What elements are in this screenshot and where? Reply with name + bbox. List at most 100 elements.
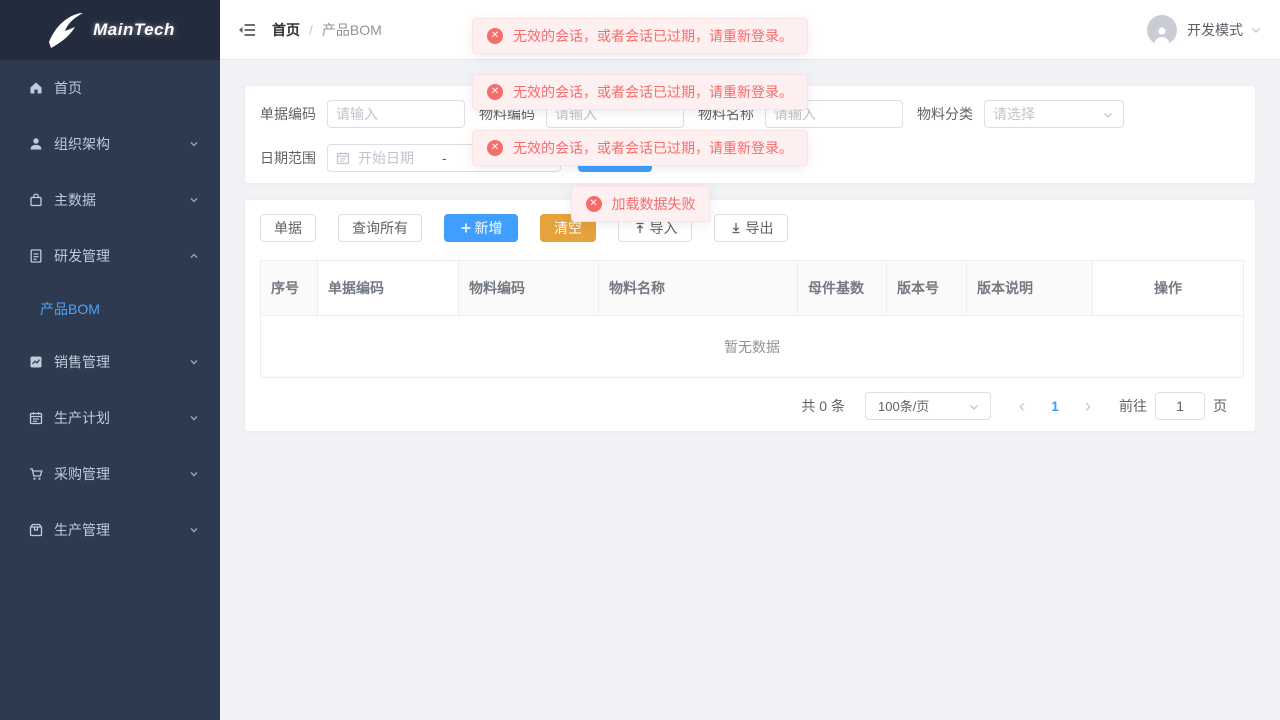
error-icon: [487, 28, 503, 44]
table-header: 序号 单据编码 物料编码 物料名称 母件基数 版本号 版本说明 操作: [260, 260, 1244, 316]
chevron-up-icon: [188, 250, 200, 262]
column-header-material-name: 物料名称: [599, 260, 798, 316]
sidebar-item-rd[interactable]: 研发管理: [0, 228, 220, 284]
toast-message: 无效的会话，或者会话已过期，请重新登录。: [513, 82, 793, 102]
column-header-actions: 操作: [1093, 260, 1244, 316]
sidebar-menu: 首页 组织架构 主数据 研发管理: [0, 60, 220, 558]
sidebar-item-label: 采购管理: [54, 464, 110, 484]
calendar-icon: [28, 410, 44, 426]
user-mode-label: 开发模式: [1187, 20, 1243, 40]
sidebar-item-label: 生产计划: [54, 408, 110, 428]
add-button[interactable]: 新增: [444, 214, 518, 242]
button-label: 查询所有: [352, 218, 408, 238]
prev-page-icon[interactable]: ‹: [1015, 397, 1029, 415]
breadcrumb-current: 产品BOM: [322, 20, 382, 40]
document-button[interactable]: 单据: [260, 214, 316, 242]
error-icon: [487, 140, 503, 156]
breadcrumb-separator: /: [309, 22, 313, 38]
data-table: 序号 单据编码 物料编码 物料名称 母件基数 版本号 版本说明 操作 暂无数据: [260, 260, 1244, 378]
chevron-down-icon: [968, 401, 980, 413]
sidebar: MainTech 首页 组织架构 主数据: [0, 0, 220, 720]
filter-label: 单据编码: [260, 104, 316, 124]
home-icon: [28, 80, 44, 96]
sidebar-item-org[interactable]: 组织架构: [0, 116, 220, 172]
sidebar-item-label: 销售管理: [54, 352, 110, 372]
chevron-down-icon: [188, 138, 200, 150]
next-page-icon[interactable]: ›: [1081, 397, 1095, 415]
material-category-select[interactable]: 请选择: [984, 100, 1124, 128]
pagination: 共 0 条 100条/页 ‹ 1 › 前往 页: [260, 378, 1240, 433]
chevron-down-icon: [188, 412, 200, 424]
goto-page-input[interactable]: [1155, 392, 1205, 420]
toast-message: 无效的会话，或者会话已过期，请重新登录。: [513, 26, 793, 46]
user-icon: [28, 136, 44, 152]
page-size-select[interactable]: 100条/页: [865, 392, 991, 420]
filter-label: 物料分类: [917, 104, 973, 124]
sidebar-item-production-plan[interactable]: 生产计划: [0, 390, 220, 446]
chevron-down-icon: [188, 524, 200, 536]
column-header-version: 版本号: [887, 260, 967, 316]
cart-icon: [28, 466, 44, 482]
chevron-down-icon: [1250, 24, 1262, 36]
chart-icon: [28, 354, 44, 370]
sidebar-item-master-data[interactable]: 主数据: [0, 172, 220, 228]
column-header-version-desc: 版本说明: [967, 260, 1093, 316]
start-date-placeholder: 开始日期: [358, 148, 436, 168]
table-empty-state: 暂无数据: [260, 316, 1244, 378]
sidebar-item-procurement[interactable]: 采购管理: [0, 446, 220, 502]
button-label: 单据: [274, 218, 302, 238]
error-toast: 无效的会话，或者会话已过期，请重新登录。: [472, 130, 808, 166]
select-placeholder: 请选择: [993, 104, 1035, 124]
chevron-down-icon: [188, 194, 200, 206]
toolbar: 单据 查询所有 新增 清空 导入 导出: [260, 214, 1240, 242]
filter-label: 日期范围: [260, 148, 316, 168]
chevron-down-icon: [1102, 109, 1114, 121]
toast-message: 无效的会话，或者会话已过期，请重新登录。: [513, 138, 793, 158]
breadcrumb-home[interactable]: 首页: [272, 20, 300, 40]
table-panel: 单据 查询所有 新增 清空 导入 导出 序号 单据编码 物料编码 物料名称 母件…: [244, 199, 1256, 432]
logo-swoosh-icon: [45, 10, 87, 50]
column-header-index: 序号: [260, 260, 318, 316]
sidebar-item-label: 首页: [54, 78, 82, 98]
column-header-base-qty: 母件基数: [798, 260, 887, 316]
page-number-current[interactable]: 1: [1047, 398, 1063, 414]
sidebar-item-production-mgmt[interactable]: 生产管理: [0, 502, 220, 558]
export-button[interactable]: 导出: [714, 214, 788, 242]
column-header-material-code: 物料编码: [459, 260, 599, 316]
user-menu[interactable]: 开发模式: [1147, 15, 1262, 45]
error-toast: 无效的会话，或者会话已过期，请重新登录。: [472, 18, 808, 54]
package-icon: [28, 522, 44, 538]
sidebar-item-product-bom[interactable]: 产品BOM: [0, 284, 220, 334]
button-label: 新增: [475, 218, 503, 238]
app-logo[interactable]: MainTech: [0, 0, 220, 60]
error-icon: [487, 84, 503, 100]
sidebar-item-home[interactable]: 首页: [0, 60, 220, 116]
chevron-down-icon: [188, 468, 200, 480]
column-header-doc-code: 单据编码: [318, 260, 459, 316]
sidebar-item-label: 组织架构: [54, 134, 110, 154]
query-all-button[interactable]: 查询所有: [338, 214, 422, 242]
page-unit-label: 页: [1213, 396, 1227, 416]
sidebar-item-sales[interactable]: 销售管理: [0, 334, 220, 390]
document-icon: [28, 248, 44, 264]
error-toast: 无效的会话，或者会话已过期，请重新登录。: [472, 74, 808, 110]
plus-icon: [460, 222, 472, 234]
filter-doc-code: 单据编码: [260, 100, 465, 128]
chevron-down-icon: [188, 356, 200, 368]
sidebar-subitem-label: 产品BOM: [40, 299, 100, 319]
collapse-sidebar-icon[interactable]: [236, 19, 258, 41]
bag-icon: [28, 192, 44, 208]
date-separator: -: [442, 150, 447, 166]
button-label: 导出: [746, 218, 774, 238]
goto-label: 前往: [1119, 396, 1147, 416]
empty-text: 暂无数据: [724, 337, 780, 357]
toast-message: 加载数据失败: [612, 194, 696, 214]
sidebar-item-label: 生产管理: [54, 520, 110, 540]
error-icon: [586, 196, 602, 212]
doc-code-input[interactable]: [327, 100, 465, 128]
upload-icon: [633, 221, 647, 235]
sidebar-item-label: 研发管理: [54, 246, 110, 266]
filter-material-category: 物料分类 请选择: [917, 100, 1124, 128]
sidebar-item-label: 主数据: [54, 190, 96, 210]
logo-text: MainTech: [93, 20, 175, 40]
